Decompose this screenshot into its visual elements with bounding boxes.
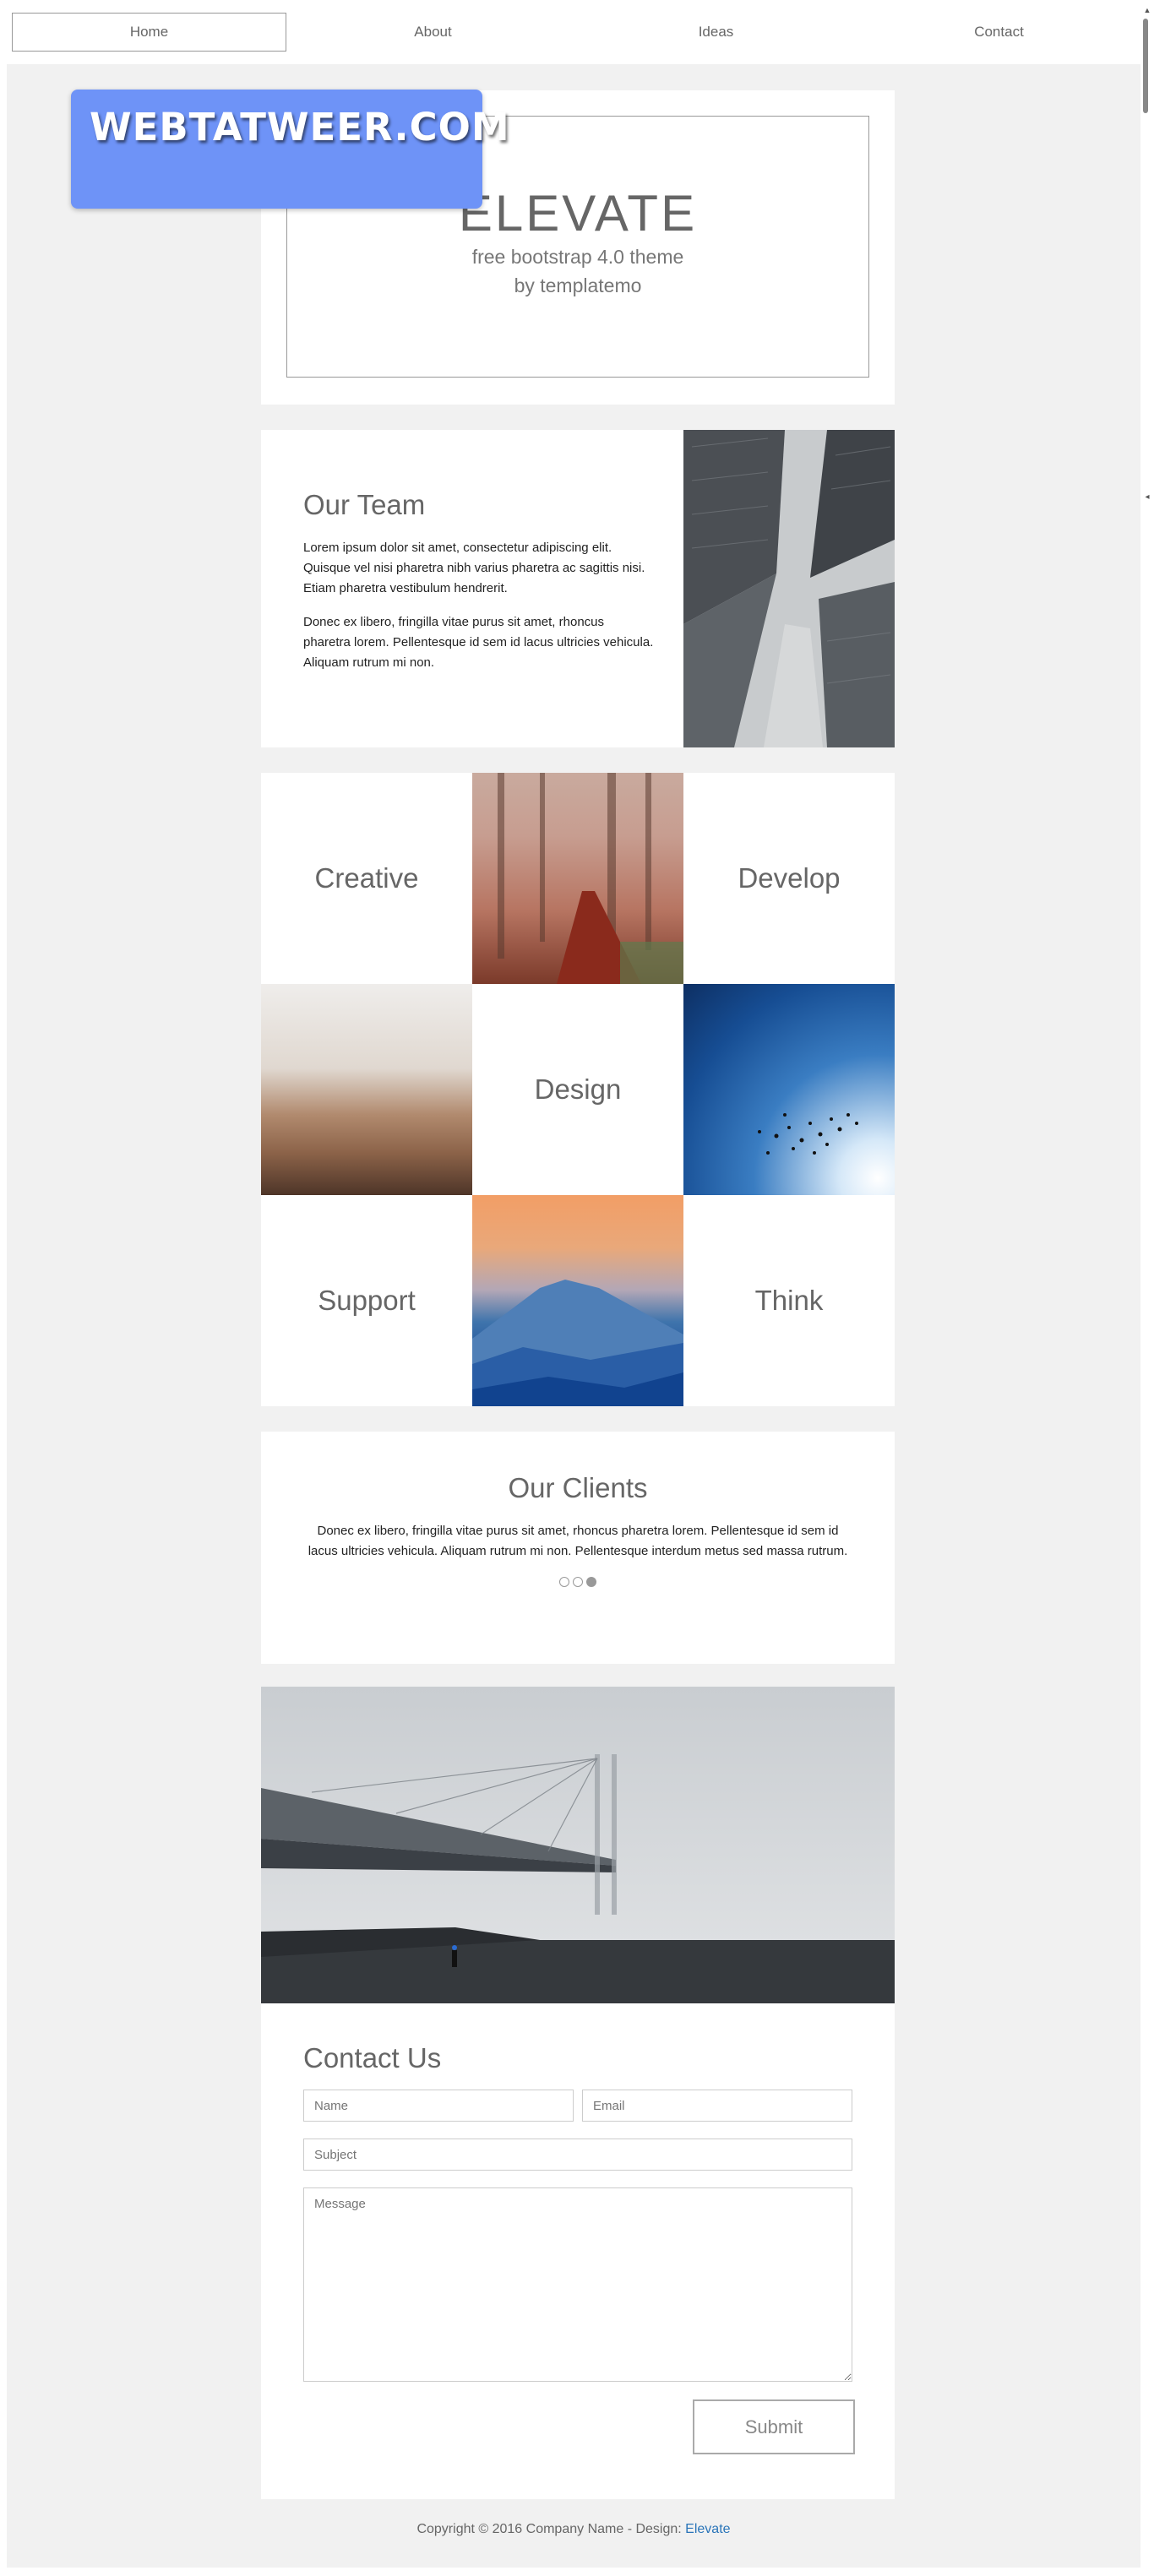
grid-design: Design — [472, 984, 683, 1195]
nav-ideas[interactable]: Ideas — [580, 13, 852, 52]
team-paragraph-2: Donec ex libero, fringilla vitae purus s… — [303, 615, 654, 670]
name-email-row — [303, 2090, 852, 2122]
contact-section: Contact Us Submit — [261, 2003, 895, 2499]
feature-grid: Creative Develop Design Support Think — [261, 773, 895, 1406]
grid-develop: Develop — [683, 773, 895, 984]
team-text: Our Team Lorem ipsum dolor sit amet, con… — [303, 489, 654, 687]
watermark-logo: WEBTATWEER.COM — [71, 90, 509, 209]
scroll-up-icon[interactable]: ▲ — [1140, 5, 1154, 15]
carousel-dot-2[interactable] — [573, 1577, 583, 1587]
birds-sky-image — [683, 984, 895, 1195]
nav-about[interactable]: About — [297, 13, 569, 52]
mountain-image — [472, 1195, 683, 1406]
nav-home[interactable]: Home — [12, 13, 286, 52]
forest-image — [472, 773, 683, 984]
nav-contact[interactable]: Contact — [863, 13, 1135, 52]
contact-form: Contact Us — [303, 2042, 852, 2382]
name-input[interactable] — [303, 2090, 574, 2122]
carousel-dot-3[interactable] — [586, 1577, 596, 1587]
team-paragraph-1: Lorem ipsum dolor sit amet, consectetur … — [303, 541, 645, 595]
bridge-image — [261, 1687, 895, 2003]
submit-button[interactable]: Submit — [693, 2399, 855, 2454]
buildings-illustration — [683, 430, 895, 747]
grid-think: Think — [683, 1195, 895, 1406]
footer-copyright: Copyright © 2016 Company Name - Design: — [416, 2522, 686, 2536]
contact-title: Contact Us — [303, 2042, 442, 2073]
buildings-image — [683, 430, 895, 747]
clients-text: Donec ex libero, fringilla vitae purus s… — [308, 1524, 848, 1558]
forest-illustration — [498, 773, 683, 984]
clients-title: Our Clients — [508, 1472, 648, 1503]
hero-subtitle-line2: by templatemo — [514, 274, 642, 296]
email-input[interactable] — [582, 2090, 852, 2122]
scrollbar-thumb[interactable] — [1143, 19, 1148, 113]
mountain-illustration — [472, 1280, 683, 1406]
birds-illustration — [758, 1113, 858, 1155]
footer: Copyright © 2016 Company Name - Design: … — [7, 2522, 1140, 2537]
scrollbar-track[interactable] — [1140, 0, 1154, 2576]
clients-section: Our Clients Donec ex libero, fringilla v… — [261, 1432, 895, 1664]
scroll-marker-icon: ◂ — [1145, 492, 1150, 502]
hero-subtitle-line1: free bootstrap 4.0 theme — [471, 246, 684, 268]
bridge-illustration — [261, 1687, 895, 2003]
carousel-dots — [261, 1577, 895, 1587]
team-title: Our Team — [303, 489, 426, 520]
top-nav: Home About Ideas Contact — [7, 0, 1140, 64]
carousel-dot-1[interactable] — [559, 1577, 569, 1587]
grid-creative: Creative — [261, 773, 472, 984]
subject-input[interactable] — [303, 2139, 852, 2171]
footer-link-elevate[interactable]: Elevate — [685, 2522, 730, 2536]
page: Home About Ideas Contact ELEVATE free bo… — [7, 0, 1140, 2568]
team-section: Our Team Lorem ipsum dolor sit amet, con… — [261, 430, 895, 747]
desert-image — [261, 984, 472, 1195]
message-textarea[interactable] — [303, 2187, 852, 2382]
grid-support: Support — [261, 1195, 472, 1406]
